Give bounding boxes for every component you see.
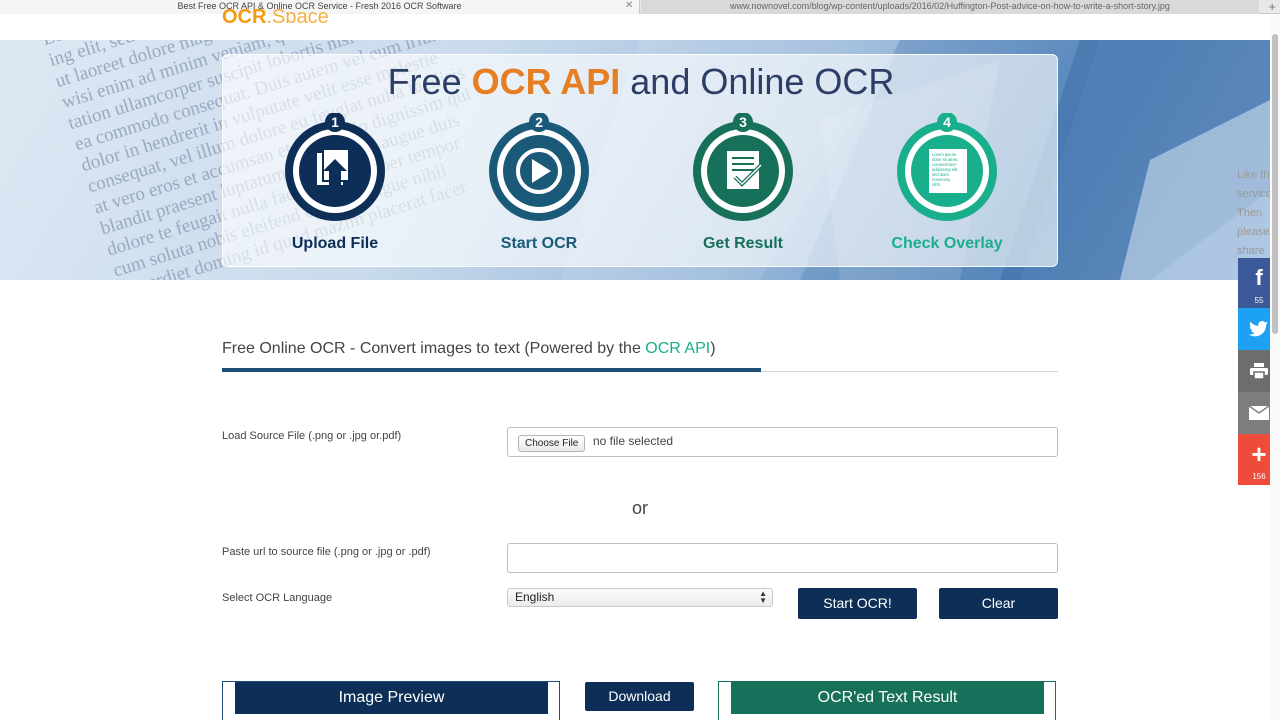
section-title: Free Online OCR - Convert images to text… <box>222 340 716 358</box>
section-active-underline <box>222 368 761 372</box>
step-label: Upload File <box>291 235 379 252</box>
step-number: 1 <box>331 114 339 130</box>
site-logo[interactable]: OCR.Space <box>222 6 329 23</box>
play-icon: 2 <box>489 113 589 221</box>
file-status: no file selected <box>593 434 674 448</box>
browser-tab-inactive[interactable]: www.nownovel.com/blog/wp-content/uploads… <box>641 0 1259 14</box>
hero-panel: Free OCR API and Online OCR 1 Upload Fil… <box>222 54 1058 267</box>
close-tab-icon[interactable]: ✕ <box>625 0 633 11</box>
svg-text:2: 2 <box>535 114 543 130</box>
step-get-result: 3 Get Result <box>653 113 833 253</box>
email-icon <box>1248 405 1270 420</box>
new-tab-icon[interactable]: + <box>1268 0 1276 14</box>
overlay-document-icon: 4 Lorem ipsum dolor sit amet, consectetu… <box>897 113 997 221</box>
document-check-icon: 3 <box>693 113 793 221</box>
step-label: Start OCR <box>500 235 578 252</box>
logo-space: .Space <box>266 6 329 23</box>
step-upload-file: 1 Upload File <box>245 113 425 253</box>
image-preview-header: Image Preview <box>235 682 548 714</box>
download-button[interactable]: Download <box>585 682 694 711</box>
language-selected: English <box>515 590 555 604</box>
step-start-ocr: 2 Start OCR <box>449 113 629 253</box>
scrollbar-thumb[interactable] <box>1272 34 1278 334</box>
file-label: Load Source File (.png or .jpg or.pdf) <box>222 430 402 442</box>
file-input[interactable]: Choose File no file selected <box>507 427 1058 457</box>
ocr-result-panel: OCR'ed Text Result <box>718 681 1056 720</box>
svg-text:3: 3 <box>739 114 747 130</box>
language-select[interactable]: English ▲ ▼ <box>507 588 773 607</box>
language-label: Select OCR Language <box>222 592 333 604</box>
svg-text:nibh: nibh <box>932 182 941 187</box>
hero-banner: Lorem ipsum dolor sit amet, consectetuer… <box>0 40 1270 280</box>
ocr-api-link[interactable]: OCR API <box>645 340 710 357</box>
tab-title: www.nownovel.com/blog/wp-content/uploads… <box>730 1 1170 11</box>
browser-tab-bar: Best Free OCR API & Online OCR Service -… <box>0 0 1280 14</box>
step-label: Get Result <box>702 235 783 252</box>
hero-title-suffix: and Online OCR <box>620 61 895 102</box>
hero-title-prefix: Free <box>387 61 472 102</box>
select-arrows-icon: ▲ ▼ <box>759 589 767 605</box>
section-title-prefix: Free Online OCR - Convert images to text… <box>222 340 646 357</box>
page-scrollbar[interactable] <box>1270 14 1280 720</box>
url-label: Paste url to source file (.png or .jpg o… <box>222 546 431 558</box>
or-separator: or <box>631 498 648 518</box>
start-ocr-button[interactable]: Start OCR! <box>798 588 917 619</box>
choose-file-button[interactable]: Choose File <box>518 435 586 452</box>
print-icon <box>1250 363 1268 380</box>
svg-text:4: 4 <box>943 114 951 130</box>
step-check-overlay: 4 Lorem ipsum dolor sit amet, consectetu… <box>857 113 1037 253</box>
hero-title: Free OCR API and Online OCR <box>223 61 1059 103</box>
image-preview-panel: Image Preview <box>222 681 560 720</box>
section-title-suffix: ) <box>710 340 716 357</box>
clear-button[interactable]: Clear <box>939 588 1058 619</box>
twitter-icon <box>1249 321 1268 337</box>
ocr-result-header: OCR'ed Text Result <box>731 682 1044 714</box>
url-input[interactable] <box>507 543 1058 573</box>
upload-file-icon: 1 <box>285 113 385 221</box>
step-label: Check Overlay <box>891 235 1003 252</box>
logo-ocr: OCR <box>222 6 267 23</box>
hero-title-accent: OCR API <box>471 61 621 102</box>
